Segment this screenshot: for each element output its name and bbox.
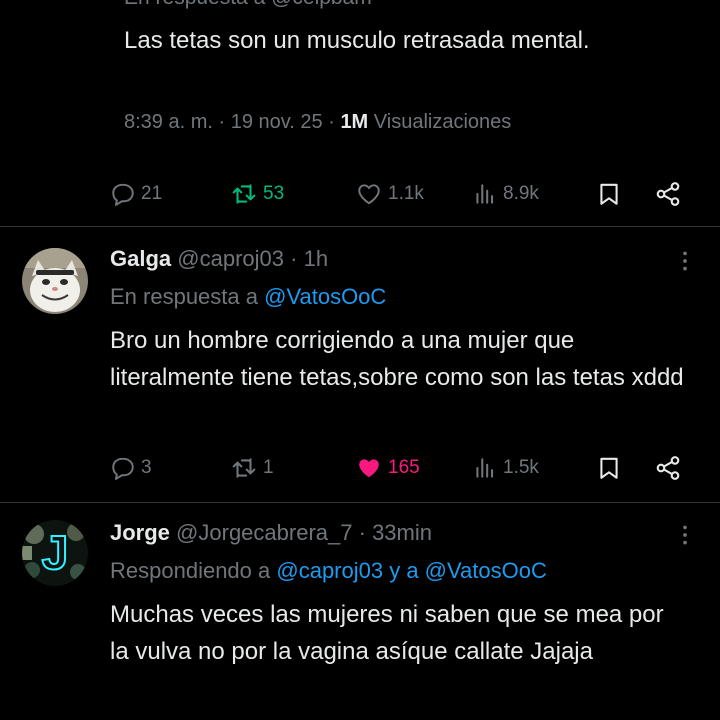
share-button[interactable] bbox=[654, 174, 682, 214]
replying-to-partial: En respuesta a @celpbam bbox=[124, 0, 372, 10]
display-name[interactable]: Jorge bbox=[110, 520, 170, 545]
replying-to: Respondiendo a @caproj03 y a @VatosOoC bbox=[110, 558, 547, 584]
bookmark-button[interactable] bbox=[596, 448, 622, 488]
views-button[interactable]: 1.5k bbox=[472, 448, 539, 488]
views-button[interactable]: 8.9k bbox=[472, 174, 539, 214]
bookmark-icon bbox=[600, 457, 618, 479]
user-handle[interactable]: @Jorgecabrera_7 bbox=[176, 520, 352, 545]
main-tweet-text: Las tetas son un musculo retrasada menta… bbox=[124, 27, 590, 54]
reply-count: 3 bbox=[141, 457, 152, 478]
reply-time[interactable]: 1h bbox=[304, 246, 328, 271]
views-icon bbox=[476, 184, 494, 204]
tweet-meta: 8:39 a. m. · 19 nov. 25 · 1M Visualizaci… bbox=[124, 111, 512, 133]
main-tweet-actions: 21 53 1.1k 8.9k bbox=[0, 174, 720, 214]
tweet-time[interactable]: 8:39 a. m. bbox=[124, 111, 213, 133]
reply-header: Jorge @Jorgecabrera_7 · 33min bbox=[110, 520, 432, 545]
replying-prefix: Respondiendo a bbox=[110, 558, 271, 583]
divider bbox=[0, 226, 720, 227]
views-icon bbox=[476, 458, 494, 478]
like-button[interactable]: 1.1k bbox=[355, 174, 424, 214]
avatar-galga[interactable] bbox=[22, 248, 88, 314]
display-name[interactable]: Galga bbox=[110, 246, 171, 271]
views-label: Visualizaciones bbox=[373, 111, 512, 133]
reply-button[interactable]: 21 bbox=[110, 174, 162, 214]
reply-time[interactable]: 33min bbox=[372, 520, 432, 545]
replying-to: En respuesta a @VatosOoC bbox=[110, 284, 386, 310]
reply-header: Galga @caproj03 · 1h bbox=[110, 246, 329, 271]
views-stat: 8.9k bbox=[503, 183, 539, 204]
like-count: 1.1k bbox=[388, 183, 424, 204]
replying-prefix: En respuesta a bbox=[110, 284, 258, 309]
like-count: 165 bbox=[388, 457, 420, 478]
repost-button[interactable]: 53 bbox=[230, 174, 284, 214]
reply-button[interactable]: 3 bbox=[110, 448, 152, 488]
user-handle[interactable]: @caproj03 bbox=[177, 246, 284, 271]
avatar-jorge[interactable]: J bbox=[22, 520, 88, 586]
repost-button[interactable]: 1 bbox=[230, 448, 274, 488]
reply-icon bbox=[112, 183, 134, 206]
reply-text: Bro un hombre corrigiendo a una mujer qu… bbox=[110, 327, 684, 391]
repost-icon bbox=[232, 184, 256, 204]
tweet-date[interactable]: 19 nov. 25 bbox=[231, 111, 323, 133]
more-options-button[interactable] bbox=[672, 522, 698, 553]
replying-to-handle[interactable]: @VatosOoC bbox=[264, 284, 386, 309]
reply-icon bbox=[112, 457, 134, 480]
share-button[interactable] bbox=[654, 448, 682, 488]
divider bbox=[0, 502, 720, 503]
more-icon bbox=[683, 251, 687, 271]
reply-count: 21 bbox=[141, 183, 163, 204]
like-icon bbox=[358, 184, 380, 205]
repost-icon bbox=[232, 458, 256, 478]
views-stat: 1.5k bbox=[503, 457, 539, 478]
reply-text: Muchas veces las mujeres ni saben que se… bbox=[110, 601, 664, 665]
like-button[interactable]: 165 bbox=[355, 448, 420, 488]
reply-actions: 3 1 165 1.5k bbox=[0, 448, 720, 488]
like-icon bbox=[359, 459, 379, 478]
more-options-button[interactable] bbox=[672, 248, 698, 279]
avatar-letter: J bbox=[41, 526, 70, 581]
share-icon bbox=[656, 456, 680, 480]
bookmark-icon bbox=[600, 183, 618, 205]
cat-avatar-icon bbox=[22, 248, 88, 314]
bookmark-button[interactable] bbox=[596, 174, 622, 214]
repost-count: 1 bbox=[263, 457, 274, 478]
replying-to-handles[interactable]: @caproj03 y a @VatosOoC bbox=[276, 558, 547, 583]
more-icon bbox=[683, 525, 687, 545]
views-count: 1M bbox=[340, 111, 369, 133]
repost-count: 53 bbox=[263, 183, 285, 204]
share-icon bbox=[656, 182, 680, 206]
